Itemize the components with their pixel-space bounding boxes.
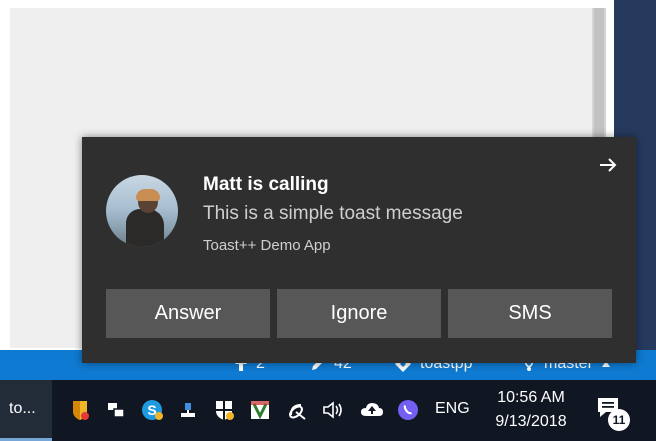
sms-button[interactable]: SMS — [448, 289, 612, 338]
taskbar: to... S ENG 10:56 AM 9/13/2018 11 — [0, 380, 656, 441]
answer-button[interactable]: Answer — [106, 289, 270, 338]
clock-time: 10:56 AM — [497, 389, 565, 406]
toast-message: This is a simple toast message — [203, 203, 463, 224]
avatar-person-hair — [136, 189, 160, 201]
toast-title: Matt is calling — [203, 174, 329, 195]
task-view-icon[interactable] — [104, 398, 128, 422]
toast-notification[interactable]: Matt is calling This is a simple toast m… — [82, 137, 636, 363]
action-center-button[interactable]: 11 — [596, 396, 636, 431]
clock-date: 9/13/2018 — [495, 413, 567, 430]
video-game-icon[interactable] — [248, 398, 272, 422]
ignore-button[interactable]: Ignore — [277, 289, 441, 338]
onedrive-icon[interactable] — [360, 398, 384, 422]
security-icon[interactable] — [212, 398, 236, 422]
shield-icon[interactable] — [68, 398, 92, 422]
satellite-icon[interactable] — [286, 398, 310, 422]
input-language[interactable]: ENG — [435, 400, 470, 418]
toast-attribution: Toast++ Demo App — [203, 237, 331, 254]
volume-icon[interactable] — [322, 398, 346, 422]
skype-icon[interactable]: S — [140, 398, 164, 422]
avatar-person-body — [126, 209, 164, 247]
viber-icon[interactable] — [396, 398, 420, 422]
launch-arrow-icon[interactable] — [597, 154, 619, 176]
caller-avatar — [106, 175, 178, 247]
network-icon[interactable] — [176, 398, 200, 422]
clock[interactable]: 10:56 AM 9/13/2018 — [488, 386, 574, 434]
notification-count-badge: 11 — [608, 409, 630, 431]
taskbar-app-label: to... — [9, 400, 36, 417]
taskbar-app-button[interactable]: to... — [0, 380, 52, 441]
